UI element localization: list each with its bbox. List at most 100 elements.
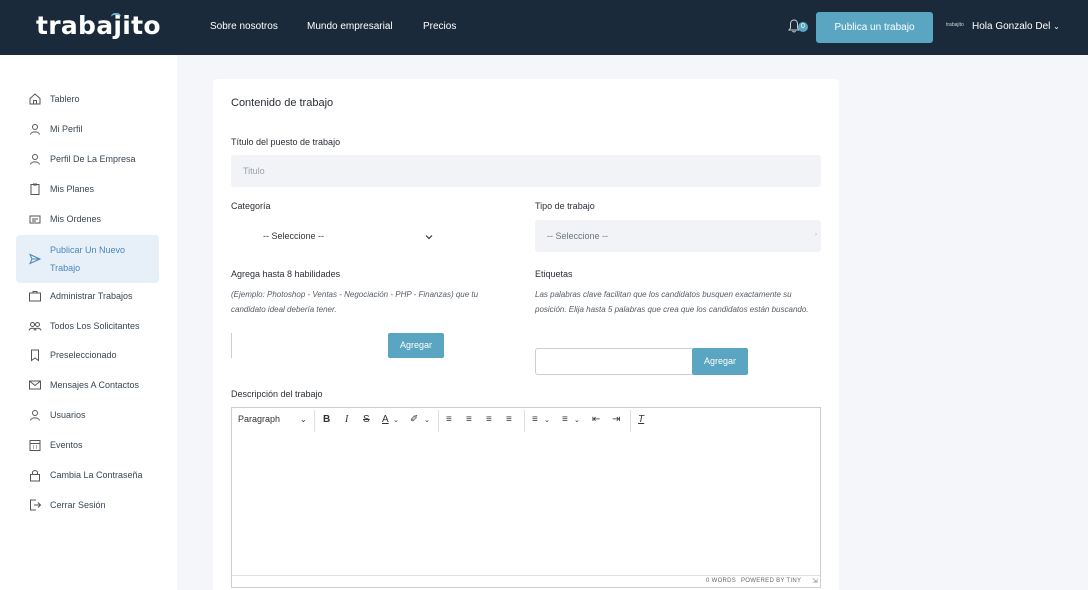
sidebar-item-label: Cambia La Contraseña — [50, 470, 143, 480]
sidebar-item-label: Mis Ordenes — [50, 214, 102, 224]
clear-format-icon[interactable]: T — [638, 414, 644, 425]
sidebar-item-mi-perfil[interactable]: Mi Perfil — [16, 115, 159, 145]
sidebar-item-label: Usuarios — [50, 410, 86, 420]
briefcase-icon — [29, 291, 41, 302]
sidebar-item-label: Administrar Trabajos — [50, 291, 133, 301]
bullet-list-icon[interactable]: ≡ — [562, 414, 568, 425]
nav-mundo-empresarial[interactable]: Mundo empresarial — [307, 21, 393, 32]
numbered-list-icon[interactable]: ≡ — [532, 414, 538, 425]
sidebar-item-label: Mis Planes — [50, 184, 95, 194]
text-color-icon[interactable]: A — [382, 414, 389, 425]
chevron-down-icon[interactable]: ⌄ — [544, 416, 550, 424]
logout-icon — [30, 499, 42, 511]
outdent-icon[interactable]: ⇤ — [592, 414, 600, 425]
nav-sobre-nosotros[interactable]: Sobre nosotros — [210, 21, 278, 32]
toolbar-divider — [524, 410, 525, 432]
chevron-down-icon[interactable]: ⌄ — [424, 416, 430, 424]
sidebar-item-perfil-empresa[interactable]: Perfil De La Empresa — [16, 145, 159, 175]
bookmark-icon — [31, 349, 39, 362]
job-form-card: Contenido de trabajo Título del puesto d… — [213, 79, 839, 590]
publish-job-button[interactable]: Publica un trabajo — [816, 12, 933, 43]
user-icon — [30, 154, 40, 165]
skills-input[interactable] — [231, 333, 381, 358]
sidebar-item-tablero[interactable]: Tablero — [16, 85, 159, 115]
strikethrough-icon[interactable]: S — [363, 414, 370, 425]
avatar[interactable]: trabajito — [946, 22, 964, 28]
editor-toolbar: Paragraph ⌄ B I S A ⌄ ✐ ⌄ ≡ ≡ ≡ ≡ ≡ ⌄ ≡ ⌄… — [232, 408, 820, 432]
user-icon — [30, 410, 40, 421]
bold-icon[interactable]: B — [323, 414, 330, 425]
italic-icon[interactable]: I — [345, 414, 348, 425]
section-title: Contenido de trabajo — [231, 97, 334, 109]
clipboard-icon — [30, 183, 40, 195]
toolbar-divider — [630, 410, 631, 432]
skills-label: Agrega hasta 8 habilidades — [231, 269, 341, 279]
logo-accent-icon — [111, 13, 121, 17]
block-format-select[interactable]: Paragraph ⌄ — [238, 414, 307, 424]
sidebar-item-label: Preseleccionado — [50, 350, 117, 360]
tags-hint: Las palabras clave facilitan que los can… — [535, 290, 809, 314]
sidebar-item-preseleccionado[interactable]: Preseleccionado — [16, 341, 159, 371]
user-greeting: Hola Gonzalo Del — [972, 21, 1051, 32]
align-left-icon[interactable]: ≡ — [446, 414, 452, 425]
powered-by-tiny[interactable]: POWERED BY TINY — [741, 578, 801, 584]
chevron-down-icon[interactable]: ⌄ — [393, 416, 399, 424]
mail-icon — [29, 380, 41, 390]
word-count: 0 WORDS — [706, 578, 737, 584]
align-right-icon[interactable]: ≡ — [486, 414, 492, 425]
job-type-select[interactable]: -- Seleccione -- › — [535, 220, 821, 252]
job-title-placeholder: Titulo — [243, 166, 265, 176]
chevron-down-icon: ⌄ — [300, 415, 307, 424]
sidebar-item-usuarios[interactable]: Usuarios — [16, 401, 159, 431]
orders-icon — [29, 215, 41, 224]
sidebar-item-label: Mi Perfil — [50, 124, 83, 134]
add-skill-button[interactable]: Agregar — [388, 333, 444, 358]
users-icon — [28, 322, 42, 331]
add-tag-button[interactable]: Agregar — [692, 348, 748, 375]
user-icon — [30, 124, 40, 135]
chevron-down-icon — [425, 235, 433, 240]
logo[interactable]: trabajito — [36, 11, 161, 40]
sidebar-item-cerrar-sesion[interactable]: Cerrar Sesión — [16, 491, 159, 521]
user-menu[interactable]: Hola Gonzalo Del ⌄ — [972, 21, 1060, 32]
resize-handle-icon[interactable]: ⇲ — [812, 577, 818, 585]
sidebar-item-mis-ordenes[interactable]: Mis Ordenes — [16, 205, 159, 235]
tags-input[interactable] — [535, 348, 692, 375]
sidebar-item-publicar-trabajo[interactable]: Publicar Un Nuevo Trabajo — [16, 235, 159, 283]
align-center-icon[interactable]: ≡ — [466, 414, 472, 425]
sidebar-item-label: Todos Los Solicitantes — [50, 321, 140, 331]
sidebar-item-eventos[interactable]: Eventos — [16, 431, 159, 461]
toolbar-divider — [438, 410, 439, 432]
nav-precios[interactable]: Precios — [423, 21, 456, 32]
sidebar: Tablero Mi Perfil Perfil De La Empresa M… — [0, 55, 177, 590]
align-justify-icon[interactable]: ≡ — [506, 414, 512, 425]
calendar-icon — [29, 440, 41, 451]
chevron-down-icon: › — [815, 232, 817, 238]
description-editor[interactable]: Paragraph ⌄ B I S A ⌄ ✐ ⌄ ≡ ≡ ≡ ≡ ≡ ⌄ ≡ ⌄… — [231, 407, 821, 588]
sidebar-item-solicitantes[interactable]: Todos Los Solicitantes — [16, 312, 159, 342]
notification-badge: 0 — [798, 22, 808, 32]
sidebar-item-label: Cerrar Sesión — [50, 500, 106, 510]
toolbar-divider — [314, 410, 315, 432]
lock-icon — [30, 470, 40, 482]
editor-statusbar: 0 WORDS POWERED BY TINY ⇲ — [232, 575, 820, 587]
sidebar-item-label: Publicar Un Nuevo Trabajo — [50, 245, 126, 273]
highlight-icon[interactable]: ✐ — [410, 414, 418, 425]
sidebar-item-administrar-trabajos[interactable]: Administrar Trabajos — [16, 282, 159, 312]
category-value: -- Seleccione -- — [263, 231, 325, 241]
job-title-input[interactable]: Titulo — [231, 155, 821, 187]
description-label: Descripción del trabajo — [231, 389, 323, 399]
chevron-down-icon[interactable]: ⌄ — [574, 416, 580, 424]
indent-icon[interactable]: ⇥ — [612, 414, 620, 425]
sidebar-item-mis-planes[interactable]: Mis Planes — [16, 175, 159, 205]
sidebar-item-mensajes[interactable]: Mensajes A Contactos — [16, 371, 159, 401]
block-format-label: Paragraph — [238, 414, 281, 424]
category-label: Categoría — [231, 201, 271, 211]
sidebar-item-label: Perfil De La Empresa — [50, 154, 136, 164]
category-select[interactable]: -- Seleccione -- — [231, 220, 443, 254]
chevron-down-icon: ⌄ — [1053, 22, 1060, 31]
home-icon — [29, 93, 41, 105]
sidebar-item-label: Eventos — [50, 440, 83, 450]
sidebar-item-cambiar-contrasena[interactable]: Cambia La Contraseña — [16, 461, 159, 491]
send-icon — [29, 253, 42, 265]
